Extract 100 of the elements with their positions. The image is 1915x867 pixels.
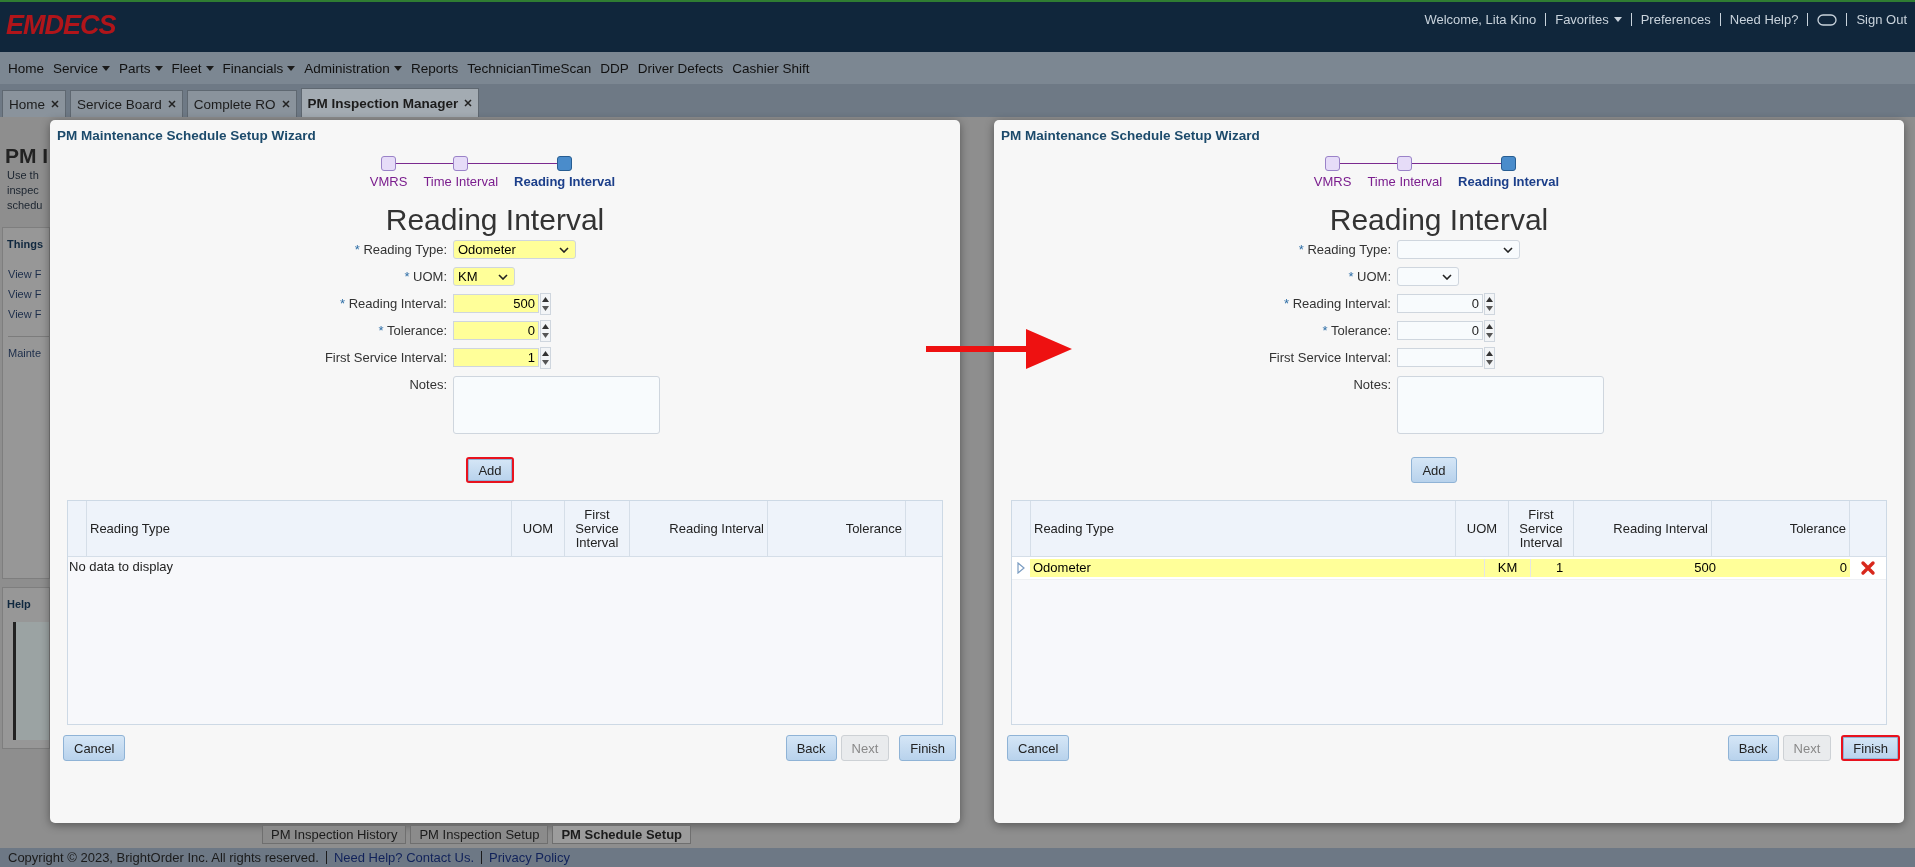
- page-title: PM I: [5, 144, 50, 168]
- toggle-icon[interactable]: [1817, 13, 1838, 26]
- section-heading: Reading Interval: [384, 202, 606, 238]
- expand-icon[interactable]: [1017, 562, 1025, 574]
- close-icon[interactable]: [167, 100, 176, 108]
- field-label: First Service Interval:: [323, 349, 447, 367]
- close-icon[interactable]: [464, 99, 473, 107]
- menu-item[interactable]: Service: [53, 60, 111, 76]
- add-button[interactable]: Add: [1411, 457, 1457, 483]
- add-button[interactable]: Add: [466, 457, 514, 483]
- select-field[interactable]: [1397, 267, 1459, 286]
- menu-item[interactable]: Administration: [304, 60, 402, 76]
- step-label[interactable]: Reading Interval: [506, 171, 624, 189]
- field-label: * Reading Type:: [353, 241, 447, 259]
- notes-field[interactable]: [453, 376, 660, 434]
- tab[interactable]: PM Inspection History: [262, 825, 407, 844]
- menu-item[interactable]: DDP: [600, 60, 629, 76]
- header-link[interactable]: Sign Out: [1856, 12, 1907, 27]
- notes-field[interactable]: [1397, 376, 1604, 434]
- panel-link[interactable]: View F: [8, 304, 49, 324]
- column-header: First Service Interval: [565, 501, 630, 556]
- panel-link[interactable]: View F: [8, 264, 49, 284]
- wizard-button[interactable]: Back: [1727, 735, 1779, 761]
- step-label[interactable]: Reading Interval: [1450, 171, 1568, 189]
- intro-text: inspec: [7, 183, 40, 198]
- menu-item[interactable]: Fleet: [171, 60, 214, 76]
- close-icon[interactable]: [281, 100, 290, 108]
- field-label: * Reading Interval:: [339, 295, 447, 313]
- chevron-down-icon[interactable]: [559, 246, 569, 253]
- table-cell: KM: [1484, 559, 1530, 577]
- spinner-icon[interactable]: [540, 346, 551, 369]
- select-field[interactable]: [1397, 240, 1520, 259]
- table-cell: Odometer: [1030, 559, 1484, 577]
- logo: EMDECS: [6, 10, 116, 41]
- column-header: Tolerance: [1712, 501, 1850, 556]
- number-field[interactable]: 1: [453, 348, 539, 367]
- number-field[interactable]: 0: [453, 321, 539, 340]
- column-header: Tolerance: [768, 501, 906, 556]
- wizard-button[interactable]: Cancel: [1007, 735, 1070, 761]
- spinner-icon[interactable]: [1484, 292, 1495, 315]
- tab[interactable]: PM Schedule Setup: [552, 825, 692, 844]
- delete-icon[interactable]: [1860, 560, 1876, 576]
- menu-item[interactable]: Financials: [222, 60, 296, 76]
- tab[interactable]: PM Inspection Manager: [300, 88, 480, 117]
- tab[interactable]: Service Board: [70, 90, 183, 117]
- menu-item[interactable]: Cashier Shift: [732, 60, 810, 76]
- column-header: Reading Type: [1031, 501, 1456, 556]
- copyright-text: Copyright © 2023, BrightOrder Inc. All rights reserved.: [8, 850, 319, 865]
- wizard-button[interactable]: Finish: [1841, 735, 1900, 761]
- panel-title: Things: [7, 238, 45, 250]
- panel-link[interactable]: Mainte: [8, 336, 49, 363]
- spinner-icon[interactable]: [540, 319, 551, 342]
- chevron-down-icon[interactable]: [1442, 273, 1452, 280]
- panel-title: Help: [7, 598, 32, 610]
- number-field[interactable]: 0: [1397, 321, 1483, 340]
- step-label[interactable]: VMRS: [1305, 171, 1360, 189]
- chevron-down-icon[interactable]: [498, 273, 508, 280]
- number-field[interactable]: 500: [453, 294, 539, 313]
- chevron-down-icon[interactable]: [1503, 246, 1513, 253]
- number-field[interactable]: 0: [1397, 294, 1483, 313]
- spinner-icon[interactable]: [540, 292, 551, 315]
- table-cell: 0: [1719, 559, 1850, 577]
- header-link[interactable]: Need Help?: [1729, 12, 1799, 27]
- field-label: First Service Interval:: [1267, 349, 1391, 367]
- wizard-button[interactable]: Finish: [899, 735, 956, 761]
- menu-item[interactable]: Parts: [119, 60, 163, 76]
- field-label: Notes:: [1352, 376, 1391, 394]
- empty-message: No data to display: [68, 558, 175, 576]
- number-field[interactable]: [1397, 348, 1483, 367]
- menu-item[interactable]: Driver Defects: [637, 60, 724, 76]
- tab[interactable]: Home: [2, 90, 66, 117]
- step-label[interactable]: Time Interval: [1359, 171, 1451, 189]
- field-label: * UOM:: [1347, 268, 1391, 286]
- spinner-icon[interactable]: [1484, 346, 1495, 369]
- spinner-icon[interactable]: [1484, 319, 1495, 342]
- step-label[interactable]: VMRS: [361, 171, 416, 189]
- step-label[interactable]: Time Interval: [415, 171, 507, 189]
- header-link[interactable]: Favorites: [1555, 12, 1622, 27]
- field-label: * Reading Type:: [1297, 241, 1391, 259]
- menu-item[interactable]: TechnicianTimeScan: [467, 60, 592, 76]
- dialog-title: PM Maintenance Schedule Setup Wizard: [57, 128, 317, 143]
- column-header: UOM: [512, 501, 565, 556]
- close-icon[interactable]: [51, 100, 59, 108]
- header-link[interactable]: Preferences: [1640, 12, 1711, 27]
- menu-item[interactable]: Reports: [410, 60, 459, 76]
- field-label: * Tolerance:: [1321, 322, 1391, 340]
- column-header: First Service Interval: [1509, 501, 1574, 556]
- wizard-button[interactable]: Back: [785, 735, 837, 761]
- intro-text: schedu: [7, 198, 44, 213]
- tab[interactable]: Complete RO: [186, 90, 297, 117]
- column-header: UOM: [1456, 501, 1509, 556]
- select-field[interactable]: Odometer: [453, 240, 576, 259]
- wizard-button[interactable]: Cancel: [63, 735, 126, 761]
- tab[interactable]: PM Inspection Setup: [410, 825, 549, 844]
- panel-link[interactable]: View F: [8, 284, 49, 304]
- menu-item[interactable]: Home: [8, 60, 44, 76]
- table-cell: 500: [1588, 559, 1719, 577]
- intro-text: Use th: [7, 168, 40, 183]
- select-field[interactable]: KM: [453, 267, 515, 286]
- field-label: * Reading Interval:: [1283, 295, 1391, 313]
